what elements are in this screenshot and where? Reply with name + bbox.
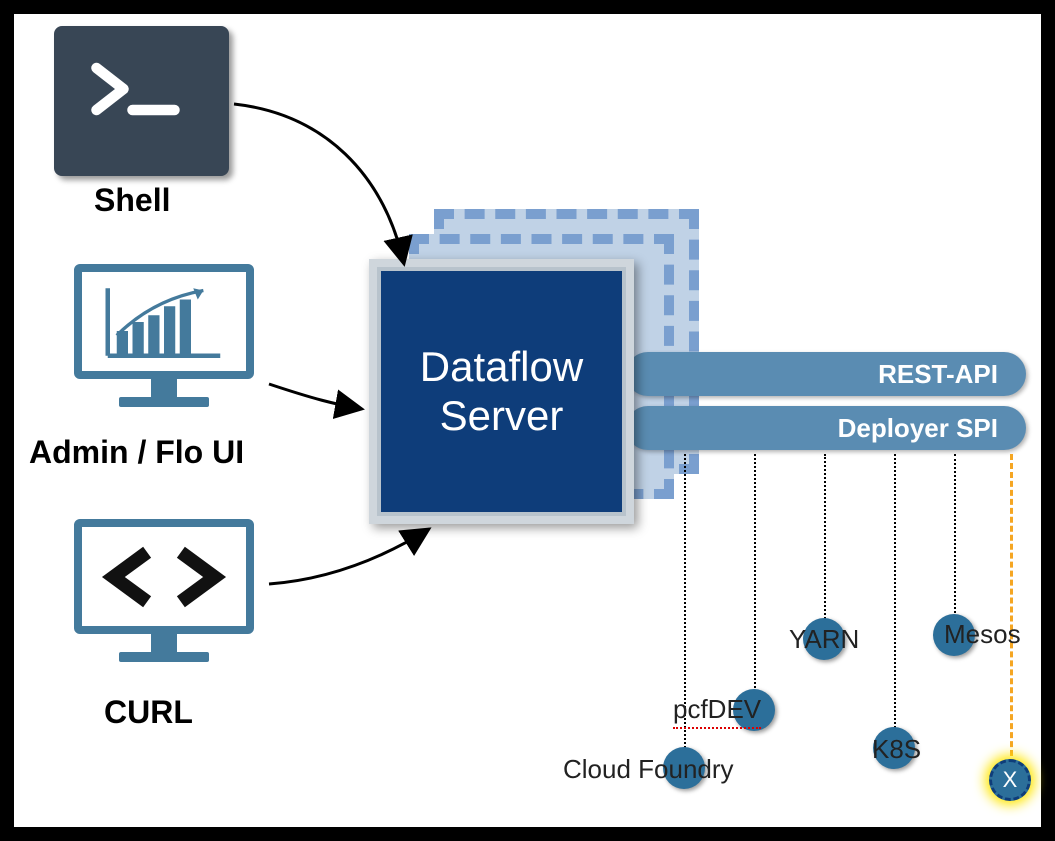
connector-yarn (824, 454, 826, 634)
curl-client-icon (64, 519, 264, 679)
connector-k8s (894, 454, 896, 744)
server-title-line1: Dataflow (420, 343, 583, 390)
dataflow-server-box: Dataflow Server (369, 259, 634, 524)
server-title-line2: Server (440, 392, 564, 439)
label-k8s: K8S (872, 734, 921, 765)
label-cloud-foundry: Cloud Foundry (563, 754, 734, 785)
label-yarn: YARN (789, 624, 859, 655)
rest-api-label: REST-API (878, 359, 998, 390)
diagram-canvas: Shell Admin / Flo UI (12, 12, 1043, 829)
admin-ui-label: Admin / Flo UI (29, 434, 244, 471)
deployer-spi-label: Deployer SPI (838, 413, 998, 444)
admin-ui-client-icon (64, 264, 264, 424)
connector-pcfdev (754, 454, 756, 704)
connector-future (1010, 454, 1013, 774)
label-mesos: Mesos (944, 619, 1021, 650)
rest-api-bar: REST-API (626, 352, 1026, 396)
curl-label: CURL (104, 694, 193, 731)
node-future: X (989, 759, 1031, 801)
label-pcfdev: pcfDEV (673, 694, 761, 729)
shell-label: Shell (94, 182, 170, 219)
shell-client-icon (54, 26, 229, 176)
connector-mesos (954, 454, 956, 629)
node-future-label: X (1003, 767, 1018, 793)
deployer-spi-bar: Deployer SPI (626, 406, 1026, 450)
